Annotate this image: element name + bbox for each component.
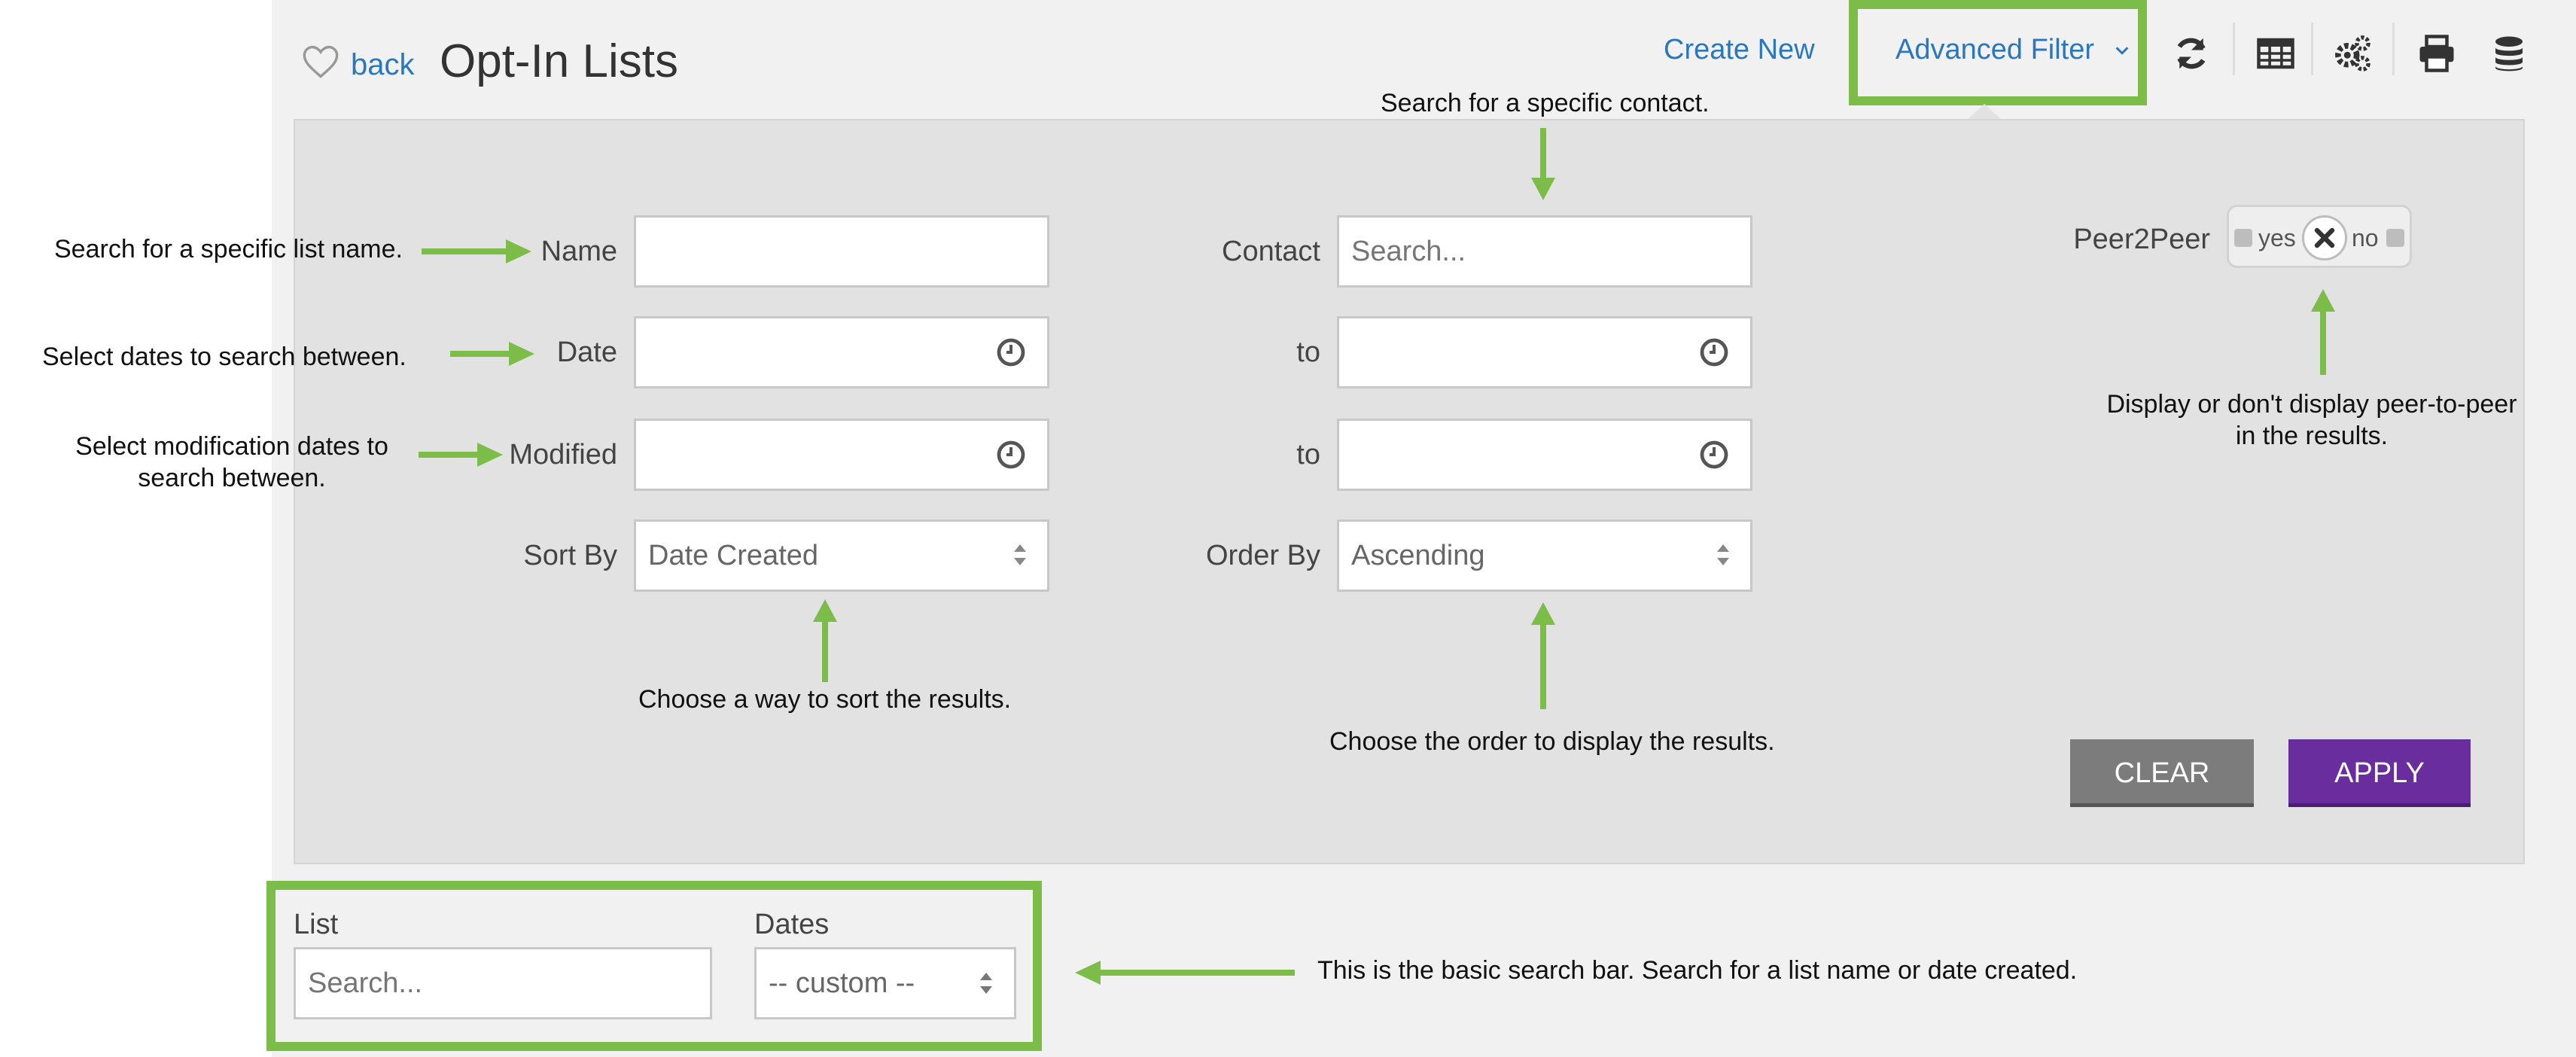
- toolbar-divider: [2233, 23, 2235, 75]
- toggle-yes-box: [2234, 229, 2252, 247]
- annotation-basic-search: This is the basic search bar. Search for…: [1317, 956, 2078, 985]
- print-icon[interactable]: [2416, 33, 2457, 74]
- select-arrows-icon: [1014, 544, 1026, 565]
- dates-label: Dates: [754, 909, 830, 940]
- gears-icon[interactable]: [2332, 33, 2373, 74]
- modified-from-input[interactable]: [634, 419, 1049, 491]
- annotation-modified-line1: Select modification dates to: [75, 432, 388, 461]
- annotation-name: Search for a specific list name.: [54, 235, 403, 263]
- clock-icon[interactable]: [996, 337, 1026, 367]
- annotation-arrow: [813, 599, 837, 682]
- annotation-arrow: [2311, 289, 2335, 375]
- database-icon[interactable]: [2489, 33, 2529, 74]
- date-to-label: to: [1296, 337, 1320, 368]
- toolbar-divider: [2392, 23, 2395, 75]
- annotation-arrow: [1075, 961, 1295, 985]
- list-label: List: [294, 909, 339, 940]
- clear-button[interactable]: CLEAR: [2070, 739, 2254, 807]
- annotation-modified-line2: search between.: [138, 464, 326, 492]
- heart-icon[interactable]: [301, 42, 340, 81]
- advanced-filter-button[interactable]: Advanced Filter: [1895, 27, 2094, 72]
- toolbar-divider: [2311, 23, 2313, 75]
- toggle-yes-label: yes: [2258, 224, 2296, 251]
- clock-icon[interactable]: [1699, 337, 1729, 367]
- toggle-no-box: [2386, 229, 2404, 247]
- annotation-arrow: [422, 239, 531, 263]
- annotation-peer-line1: Display or don't display peer-to-peer: [2106, 390, 2517, 419]
- annotation-date: Select dates to search between.: [42, 343, 406, 371]
- annotation-arrow: [450, 342, 534, 366]
- name-input[interactable]: [634, 215, 1049, 288]
- annotation-contact: Search for a specific contact.: [1381, 89, 1710, 117]
- page-title: Opt-In Lists: [440, 35, 678, 87]
- date-from-input[interactable]: [634, 316, 1049, 388]
- annotation-order: Choose the order to display the results.: [1329, 727, 1775, 756]
- annotation-arrow: [1531, 128, 1555, 200]
- annotation-arrow: [419, 443, 503, 467]
- toggle-no-label: no: [2352, 224, 2379, 251]
- refresh-icon[interactable]: [2171, 33, 2212, 74]
- contact-label: Contact: [1222, 236, 1320, 267]
- select-arrows-icon: [1717, 544, 1729, 565]
- annotation-peer-line2: in the results.: [2235, 422, 2389, 450]
- sort-by-label: Sort By: [523, 540, 617, 571]
- order-by-select[interactable]: Ascending: [1337, 519, 1752, 592]
- table-icon[interactable]: [2255, 33, 2296, 74]
- annotation-modified: Select modification dates to search betw…: [30, 431, 434, 494]
- order-by-label: Order By: [1205, 540, 1320, 571]
- date-to-input[interactable]: [1337, 316, 1752, 388]
- clock-icon[interactable]: [1699, 440, 1729, 470]
- modified-to-label: to: [1296, 439, 1320, 471]
- close-icon: [2314, 227, 2335, 248]
- back-link[interactable]: back: [351, 42, 415, 87]
- select-arrows-icon: [980, 973, 992, 994]
- apply-button[interactable]: APPLY: [2288, 739, 2471, 807]
- chevron-down-icon: [2115, 47, 2129, 55]
- peer2peer-label: Peer2Peer: [2073, 224, 2210, 255]
- clock-icon[interactable]: [996, 440, 1026, 470]
- contact-search-input[interactable]: [1337, 215, 1752, 288]
- modified-to-input[interactable]: [1337, 419, 1752, 491]
- create-new-link[interactable]: Create New: [1664, 27, 1815, 72]
- annotation-arrow: [1531, 602, 1555, 709]
- annotation-sort: Choose a way to sort the results.: [638, 685, 1012, 714]
- annotation-peer: Display or don't display peer-to-peer in…: [2075, 388, 2549, 452]
- sort-by-select[interactable]: Date Created: [634, 519, 1049, 592]
- list-search-input[interactable]: [294, 947, 712, 1019]
